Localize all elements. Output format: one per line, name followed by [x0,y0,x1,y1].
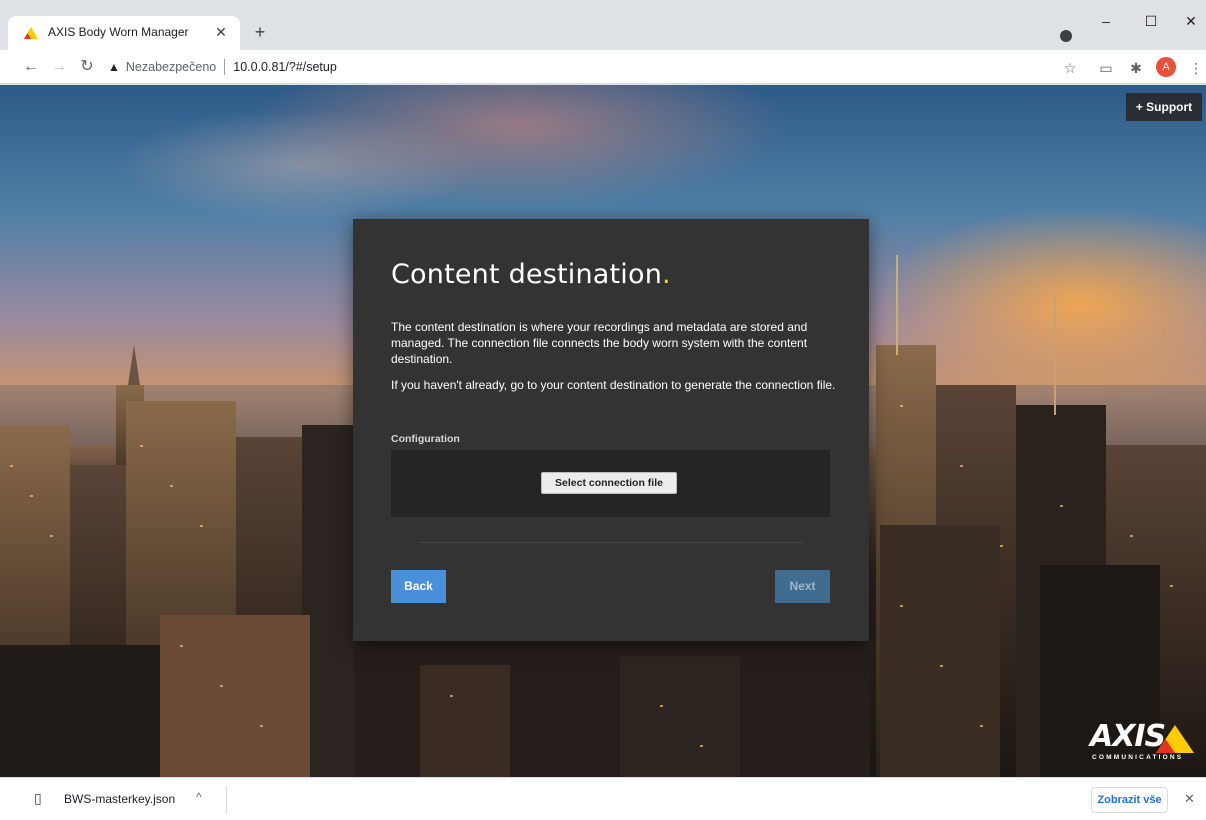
axis-logo: AXIS COMMUNICATIONS [1090,719,1194,763]
back-arrow-icon[interactable]: ← [20,56,42,78]
instruction-text: If you haven't already, go to your conte… [391,378,836,392]
download-divider [226,786,227,814]
tab-close-icon[interactable]: ✕ [212,23,230,41]
bookmark-star-icon[interactable]: ☆ [1060,58,1080,78]
menu-dots-icon[interactable]: ⋮ [1186,58,1206,78]
tab-strip: AXIS Body Worn Manager ✕ + – ☐ ✕ [0,0,1206,50]
axis-wordmark: AXIS [1090,719,1166,754]
cast-icon[interactable]: ▭ [1096,58,1116,78]
warning-icon[interactable]: ▲ [108,60,120,74]
show-all-button[interactable]: Zobrazit vše [1091,787,1168,813]
download-bar: ▯ BWS-masterkey.json ^ Zobrazit vše ✕ [0,777,1206,820]
security-status[interactable]: Nezabezpečeno [126,60,216,74]
browser-tab[interactable]: AXIS Body Worn Manager ✕ [8,16,240,50]
new-tab-button[interactable]: + [250,22,270,42]
configuration-label: Configuration [391,433,460,445]
reload-icon[interactable]: ↻ [76,56,98,78]
divider [419,542,803,543]
axis-triangle-icon [1156,725,1194,753]
page-viewport: + Support Content destination. The conte… [0,85,1206,777]
back-button[interactable]: Back [391,570,446,603]
browser-toolbar: ← → ↻ ▲ Nezabezpečeno 10.0.0.81/?#/setup… [0,50,1206,84]
profile-avatar[interactable]: A [1156,57,1176,77]
maximize-button[interactable]: ☐ [1136,8,1166,34]
omnibox-divider [224,59,226,75]
address-bar[interactable]: ▲ Nezabezpečeno 10.0.0.81/?#/setup [108,55,1088,79]
url-text[interactable]: 10.0.0.81/?#/setup [233,60,337,74]
axis-favicon-icon [24,27,38,39]
next-button[interactable]: Next [775,570,830,603]
title-text: Content destination [391,259,663,290]
description-text: The content destination is where your re… [391,320,808,366]
forward-arrow-icon[interactable]: → [48,56,70,78]
configuration-box: Select connection file [391,450,830,517]
minimize-button[interactable]: – [1091,8,1121,34]
file-icon[interactable]: ▯ [34,790,42,807]
axis-subtitle: COMMUNICATIONS [1092,754,1184,761]
title-accent-dot: . [662,259,671,290]
media-indicator-icon[interactable] [1060,30,1072,42]
tab-title: AXIS Body Worn Manager [48,25,189,39]
page-title: Content destination. [391,259,671,290]
chevron-up-icon[interactable]: ^ [196,790,202,804]
download-filename[interactable]: BWS-masterkey.json [64,792,175,806]
select-connection-file-button[interactable]: Select connection file [541,472,677,494]
close-window-button[interactable]: ✕ [1176,8,1206,34]
close-download-bar-icon[interactable]: ✕ [1184,791,1195,807]
support-button[interactable]: + Support [1126,93,1202,121]
setup-card: Content destination. The content destina… [353,219,869,641]
extensions-icon[interactable]: ✱ [1126,58,1146,78]
